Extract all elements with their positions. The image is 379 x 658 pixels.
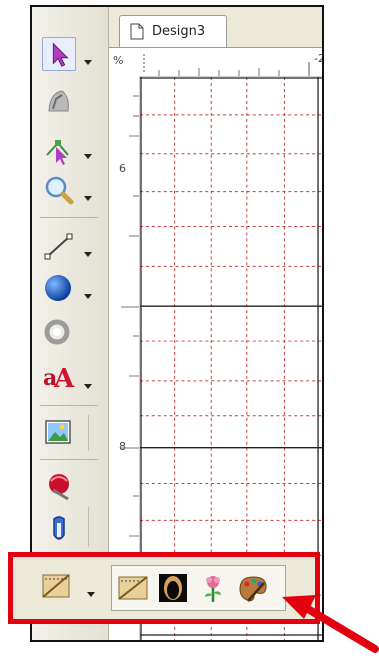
palette-icon[interactable] [236, 571, 270, 605]
stitch-icon[interactable] [42, 469, 76, 503]
pointer-icon[interactable] [42, 37, 76, 71]
zoom-dropdown-icon[interactable] [84, 187, 92, 201]
toolbox: aA [32, 7, 109, 640]
ellipse-dropdown-icon[interactable] [84, 285, 92, 299]
horizontal-ruler: % -2 [109, 48, 322, 77]
toolbox-vertical-separator-2 [88, 507, 89, 547]
text-dropdown-icon[interactable] [84, 375, 92, 389]
tab-label: Design3 [152, 24, 206, 39]
node-edit-dropdown-icon[interactable] [84, 145, 92, 159]
toolbox-separator-2 [40, 405, 98, 406]
document-icon [130, 23, 144, 40]
line-dropdown-icon[interactable] [84, 243, 92, 257]
toolbox-separator-3 [40, 459, 98, 460]
zoom-icon[interactable] [42, 173, 76, 207]
svg-text:A: A [53, 364, 75, 391]
flyout-toolbar-highlight [8, 552, 320, 624]
flyout-icon-strip [111, 565, 286, 611]
ellipse-icon[interactable] [42, 271, 76, 305]
text-icon[interactable]: aA [42, 357, 76, 394]
red-pointer-arrow [280, 585, 379, 654]
toolbox-separator [40, 217, 98, 218]
rotate-icon[interactable] [42, 315, 76, 349]
ruler-ticks [143, 54, 310, 76]
document-tabbar: Design3 [109, 7, 322, 48]
texture-tool-button[interactable] [39, 569, 73, 603]
pin-icon[interactable] [42, 513, 76, 547]
texture-icon[interactable] [116, 571, 150, 605]
applique-icon[interactable] [156, 571, 190, 605]
line-icon[interactable] [42, 229, 76, 263]
toolbox-vertical-separator [88, 415, 89, 451]
texture-dropdown-icon[interactable] [87, 583, 95, 597]
image-icon[interactable] [42, 415, 76, 449]
node-edit-icon[interactable] [42, 133, 76, 167]
reshape-icon[interactable] [42, 85, 76, 119]
tab-design3[interactable]: Design3 [119, 15, 227, 47]
app-window: aA Design3 % -2 6 8 [30, 5, 324, 642]
pointer-dropdown-icon[interactable] [84, 51, 92, 65]
flower-icon[interactable] [196, 571, 230, 605]
